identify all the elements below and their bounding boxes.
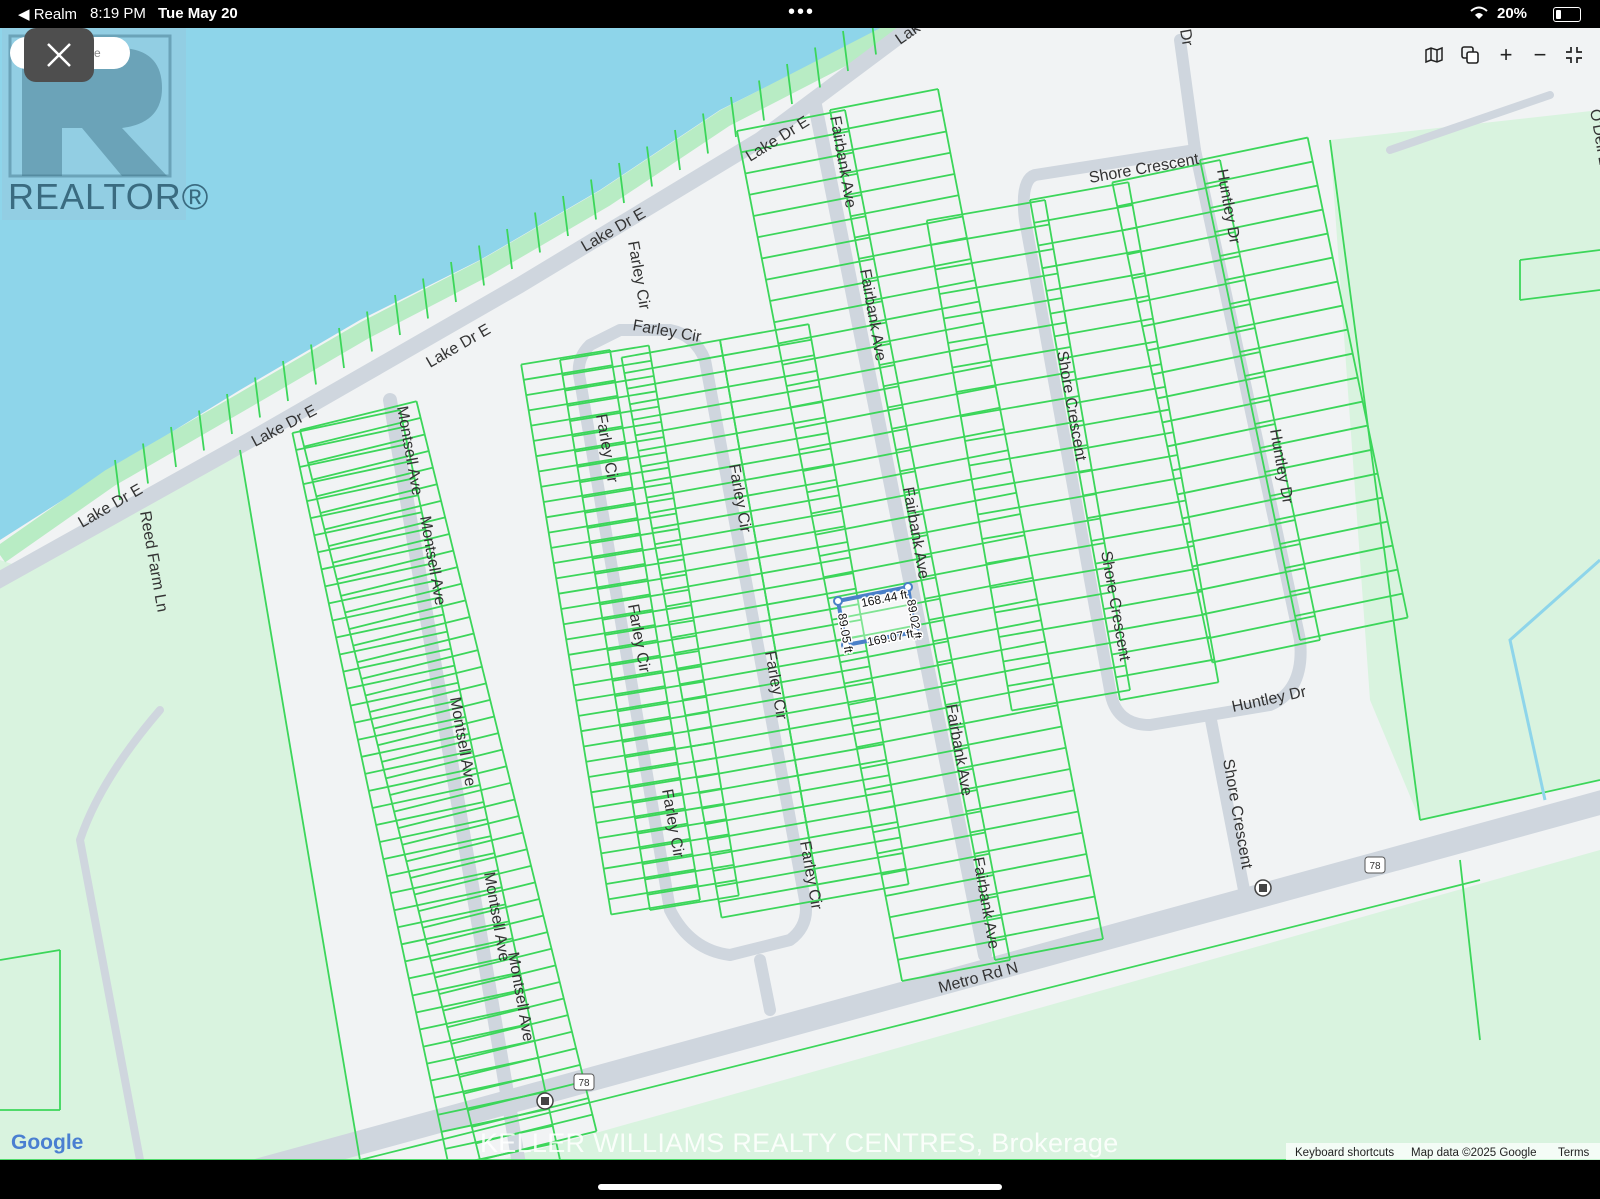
close-icon xyxy=(47,43,71,67)
zoom-out-button[interactable]: − xyxy=(1523,40,1557,70)
battery-icon xyxy=(1553,7,1581,22)
realtor-logo-text: REALTOR® xyxy=(8,176,210,217)
parcel-map[interactable]: Lake Dr E Lake Dr E Lake Dr E Lake Dr E … xyxy=(0,0,1600,1199)
collapse-icon[interactable] xyxy=(1557,40,1591,70)
route-78-shield: 78 xyxy=(1364,856,1386,874)
brokerage-watermark: KELLER WILLIAMS REALTY CENTRES, Brokerag… xyxy=(480,1128,1119,1158)
multitask-dots[interactable]: ••• xyxy=(788,1,815,24)
svg-text:78: 78 xyxy=(1369,861,1381,872)
battery-percent: 20% xyxy=(1497,5,1528,22)
close-button[interactable] xyxy=(24,28,94,82)
back-to-app-link[interactable]: ◀ Realm xyxy=(18,5,77,23)
route-78-shield: 78 xyxy=(573,1073,595,1091)
zoom-in-button[interactable]: + xyxy=(1489,40,1523,70)
status-bar: ◀ Realm 8:19 PM Tue May 20 ••• 20% xyxy=(0,0,1600,28)
terms-link[interactable]: Terms xyxy=(1558,1147,1589,1159)
status-date: Tue May 20 xyxy=(158,5,238,22)
google-logo: Google xyxy=(11,1131,84,1154)
wifi-icon xyxy=(1468,5,1490,25)
layers-icon[interactable] xyxy=(1453,40,1487,70)
bottom-bar xyxy=(0,1160,1600,1199)
map-type-icon[interactable] xyxy=(1417,40,1451,70)
map-data-attribution: Map data ©2025 Google xyxy=(1411,1147,1537,1159)
keyboard-shortcuts-link[interactable]: Keyboard shortcuts xyxy=(1295,1147,1394,1159)
svg-text:78: 78 xyxy=(578,1078,590,1089)
home-indicator[interactable] xyxy=(598,1184,1002,1190)
status-time: 8:19 PM xyxy=(90,5,146,22)
bus-stop-icon[interactable] xyxy=(1254,879,1272,897)
bus-stop-icon[interactable] xyxy=(536,1092,554,1110)
